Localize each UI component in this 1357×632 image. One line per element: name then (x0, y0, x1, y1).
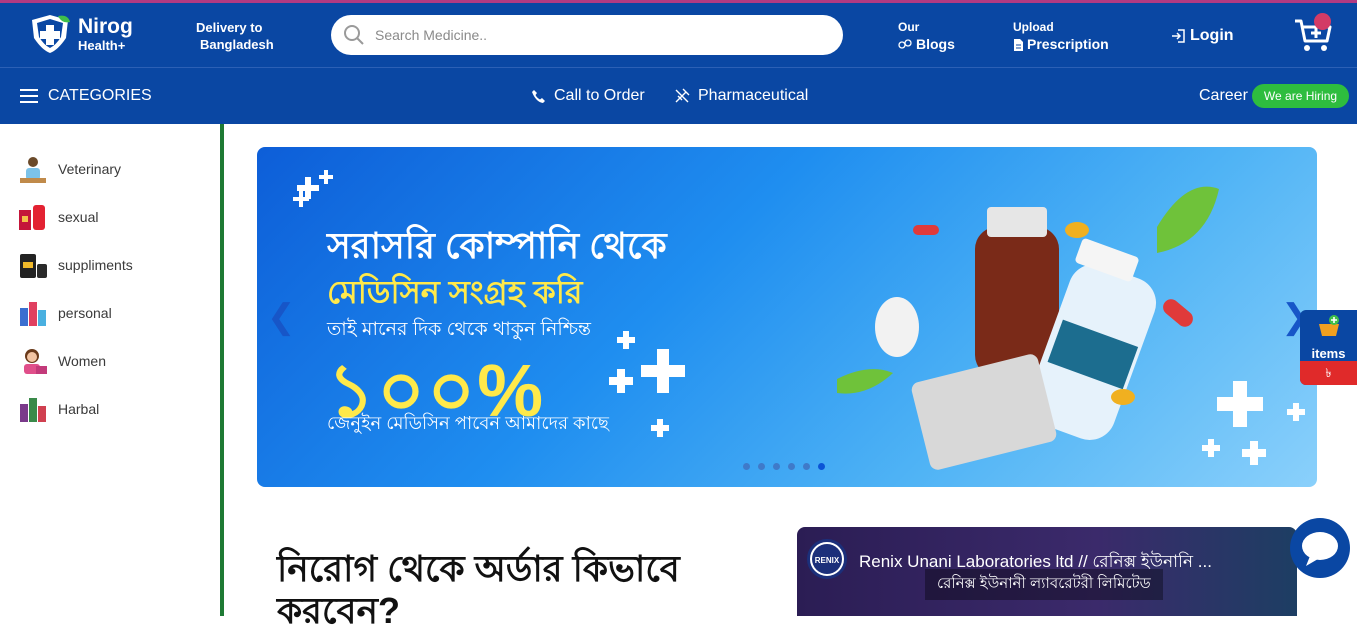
sidebar-item-label: Harbal (58, 401, 100, 417)
carousel-dots (743, 463, 825, 470)
brand-name: Nirog (78, 15, 133, 38)
login-icon (1172, 29, 1185, 43)
carousel-dot[interactable] (788, 463, 795, 470)
categories-label: CATEGORIES (48, 87, 152, 104)
sexual-thumb-icon (18, 202, 48, 232)
chat-bubble-icon (1302, 532, 1338, 566)
delivery-label: Delivery to (196, 20, 263, 35)
sidebar-item-suppliments[interactable]: suppliments (18, 250, 133, 280)
how-to-order-section: নিরোগ থেকে অর্ডার কিভাবে করবেন? (257, 510, 777, 631)
sidebar-item-label: Veterinary (58, 161, 122, 177)
sidebar-item-label: Women (58, 353, 106, 369)
sidebar-item-sexual[interactable]: sexual (18, 202, 98, 232)
login-button[interactable]: Login (1171, 27, 1234, 45)
veterinary-thumb-icon (18, 154, 48, 184)
sidebar-item-women[interactable]: Women (18, 346, 106, 376)
harbal-thumb-icon (18, 394, 48, 424)
call-to-order-link[interactable]: Call to Order (531, 87, 645, 105)
upload-top-label: Upload (1013, 20, 1054, 34)
search-input[interactable] (375, 27, 815, 43)
blogs-icon (898, 38, 912, 49)
video-embed[interactable]: RENIX Renix Unani Laboratories ltd // রে… (797, 527, 1297, 616)
carousel-prev-arrow[interactable]: ❮ (267, 297, 296, 337)
upload-label: Prescription (1027, 36, 1109, 52)
blogs-top-label: Our (898, 20, 920, 34)
blogs-label: Blogs (916, 36, 955, 52)
category-sidebar: Veterinary sexual suppliments personal W… (0, 124, 224, 616)
sidebar-item-personal[interactable]: personal (18, 298, 112, 328)
call-to-order-label: Call to Order (554, 87, 645, 104)
syringe-icon (675, 88, 690, 103)
search-bar[interactable] (331, 15, 843, 55)
site-logo[interactable]: Nirog Health+ (28, 14, 133, 54)
blogs-link[interactable]: Our Blogs (898, 19, 955, 53)
personal-thumb-icon (18, 298, 48, 328)
hero-banner-carousel[interactable]: ❮ ❯ সরাসরি কোম্পানি থেকে মেডিসিন সংগ্রহ … (257, 147, 1317, 487)
floating-cart-price: ৳ (1300, 361, 1357, 385)
carousel-dot[interactable] (803, 463, 810, 470)
carousel-dot[interactable] (773, 463, 780, 470)
banner-footer-text: জেনুইন মেডিসিন পাবেন আমাদের কাছে (327, 413, 609, 433)
renix-logo-text: RENIX (815, 556, 840, 565)
cart-button[interactable] (1293, 13, 1337, 55)
sidebar-item-harbal[interactable]: Harbal (18, 394, 99, 424)
renix-channel-logo: RENIX (807, 539, 847, 579)
carousel-dot-active[interactable] (818, 463, 825, 470)
category-nav: CATEGORIES Call to Order Pharmaceutical … (0, 67, 1357, 124)
document-icon (1014, 38, 1023, 51)
logo-shield-icon (28, 14, 72, 54)
women-thumb-icon (18, 346, 48, 376)
brand-sub: Health+ (78, 38, 126, 53)
sidebar-item-veterinary[interactable]: Veterinary (18, 154, 121, 184)
floating-cart-label: items (1311, 346, 1346, 361)
sidebar-item-label: personal (58, 305, 112, 321)
pharmaceutical-link[interactable]: Pharmaceutical (674, 87, 808, 105)
hamburger-icon (20, 89, 38, 103)
categories-menu[interactable]: CATEGORIES (20, 87, 152, 105)
delivery-value: Bangladesh (200, 37, 274, 52)
sidebar-item-label: suppliments (58, 257, 133, 273)
cart-count-badge (1314, 13, 1331, 30)
site-header: Nirog Health+ Delivery to Bangladesh Our… (0, 3, 1357, 67)
hiring-badge[interactable]: We are Hiring (1251, 84, 1350, 108)
how-to-order-title: নিরোগ থেকে অর্ডার কিভাবে করবেন? (277, 548, 680, 631)
chat-button[interactable] (1290, 518, 1350, 578)
floating-cart-widget[interactable]: items ৳ (1300, 310, 1357, 385)
delivery-location[interactable]: Delivery to Bangladesh (196, 19, 274, 53)
banner-subheadline: মেডিসিন সংগ্রহ করি (327, 274, 583, 310)
career-link[interactable]: Career We are Hiring (1199, 84, 1350, 108)
carousel-dot[interactable] (743, 463, 750, 470)
login-label: Login (1190, 27, 1234, 44)
career-label: Career (1199, 87, 1248, 104)
video-subtitle: রেনিক্স ইউনানী ল্যাবরেটরী লিমিটেড (925, 569, 1163, 600)
phone-icon (532, 89, 545, 103)
pharmaceutical-label: Pharmaceutical (698, 87, 809, 104)
carousel-dot[interactable] (758, 463, 765, 470)
upload-prescription-link[interactable]: Upload Prescription (1013, 19, 1109, 53)
suppliments-thumb-icon (18, 250, 48, 280)
sidebar-item-label: sexual (58, 209, 99, 225)
search-icon (344, 25, 364, 45)
basket-icon (1318, 315, 1339, 336)
